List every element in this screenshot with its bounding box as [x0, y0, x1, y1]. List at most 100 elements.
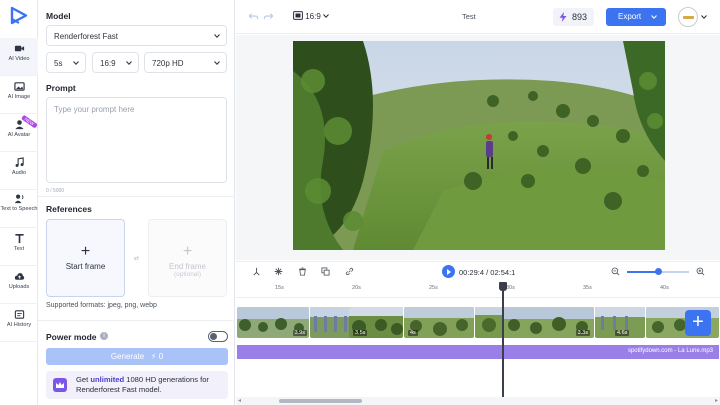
- sidebar-item-uploads[interactable]: Uploads: [0, 266, 38, 304]
- zoom-slider-knob[interactable]: [654, 268, 662, 275]
- divider: [38, 320, 235, 321]
- audio-track[interactable]: spotifydown.com - La Lune.mp3: [237, 345, 719, 359]
- prompt-textarea[interactable]: Type your prompt here: [46, 97, 227, 183]
- resolution-select-value: 720p HD: [152, 59, 184, 68]
- sidebar-item-ai-video[interactable]: AI Video: [0, 38, 38, 76]
- logo-icon[interactable]: [9, 6, 29, 26]
- scroll-left-icon[interactable]: ◂: [238, 397, 241, 404]
- clip-duration: 3.5s: [353, 330, 368, 336]
- avatar: [678, 7, 698, 27]
- history-icon: [14, 310, 24, 319]
- sidebar-item-label: AI Image: [7, 94, 31, 100]
- timeline-ruler[interactable]: 15s 20s 25s 30s 35s 40s: [236, 282, 720, 298]
- cloud-upload-icon: [14, 273, 24, 280]
- trash-icon[interactable]: [298, 267, 307, 276]
- effects-icon[interactable]: [274, 267, 283, 276]
- video-preview[interactable]: [293, 41, 665, 250]
- end-frame-label: End frame: [169, 262, 206, 271]
- end-frame-upload[interactable]: + End frame (optional): [148, 219, 227, 297]
- total-time: 02:54:1: [490, 268, 516, 277]
- promo-line-2: Renderforest Fast model.: [76, 385, 162, 394]
- split-icon[interactable]: [252, 267, 261, 276]
- credits-badge[interactable]: 893: [553, 8, 594, 26]
- sidebar-item-text[interactable]: Text: [0, 228, 38, 266]
- duplicate-icon[interactable]: [321, 267, 330, 276]
- account-menu[interactable]: [678, 7, 708, 27]
- video-clip[interactable]: 3.9s: [237, 307, 309, 338]
- export-button[interactable]: Export: [606, 8, 666, 26]
- playhead-handle[interactable]: [499, 282, 507, 291]
- chevron-down-icon: [651, 15, 657, 20]
- sidebar-item-label: AI Avatar: [7, 132, 31, 138]
- timeline-scrollbar[interactable]: ◂ ▸: [236, 397, 720, 405]
- sidebar-item-audio[interactable]: Audio: [0, 152, 38, 190]
- swap-frames-icon[interactable]: ⇄: [134, 255, 139, 262]
- generate-button[interactable]: Generate ⚡ 0: [46, 348, 228, 365]
- video-camera-icon: [14, 45, 24, 52]
- project-title[interactable]: Test: [462, 12, 476, 21]
- generate-label: Generate: [110, 352, 145, 361]
- video-clip[interactable]: 4.6s: [595, 307, 645, 338]
- scroll-right-icon[interactable]: ▸: [715, 397, 718, 404]
- promo-text: Get unlimited 1080 HD generations for Re…: [76, 375, 209, 395]
- sidebar-item-ai-avatar[interactable]: NEW AI Avatar: [0, 114, 38, 152]
- plus-icon: +: [80, 243, 91, 260]
- info-icon[interactable]: i: [100, 332, 108, 340]
- clip-duration: 3.9s: [292, 330, 307, 336]
- model-select[interactable]: Renderforest Fast: [46, 25, 227, 46]
- chevron-down-icon: [323, 14, 329, 19]
- add-clip-button[interactable]: +: [685, 310, 711, 336]
- video-clip[interactable]: 3.5s: [349, 307, 403, 338]
- duration-select[interactable]: 5s: [46, 52, 86, 73]
- model-select-value: Renderforest Fast: [54, 32, 119, 41]
- zoom-out-icon[interactable]: [611, 267, 620, 276]
- ruler-tick: 35s: [583, 285, 592, 291]
- chevron-down-icon: [214, 34, 220, 39]
- model-title: Model: [46, 11, 71, 21]
- zoom-in-icon[interactable]: [696, 267, 705, 276]
- char-counter: 0 / 5000: [46, 188, 65, 194]
- credits-count: 893: [572, 12, 588, 22]
- scrollbar-thumb[interactable]: [279, 399, 362, 403]
- chevron-down-icon: [701, 15, 707, 20]
- chevron-down-icon: [126, 61, 132, 66]
- undo-icon[interactable]: [248, 11, 259, 22]
- references-title: References: [46, 204, 92, 214]
- play-button[interactable]: [442, 265, 455, 278]
- aspect-ratio-select[interactable]: 16:9: [92, 52, 139, 73]
- sidebar-item-label: Text: [13, 246, 25, 252]
- power-mode-toggle[interactable]: [208, 331, 228, 342]
- video-clip[interactable]: 4s: [404, 307, 474, 338]
- prompt-placeholder: Type your prompt here: [54, 105, 135, 114]
- resolution-select[interactable]: 720p HD: [144, 52, 227, 73]
- bolt-icon: [559, 12, 567, 22]
- editor-topbar: 16:9 Test 893 Export: [236, 0, 720, 34]
- generate-cost: 0: [158, 352, 164, 361]
- music-note-icon: [15, 157, 24, 167]
- prompt-title: Prompt: [46, 83, 76, 93]
- tool-rail: AI Video AI Image NEW AI Avatar Audio Te…: [0, 0, 38, 405]
- sidebar-item-ai-history[interactable]: AI History: [0, 304, 38, 342]
- divider: [38, 196, 235, 197]
- video-clip[interactable]: 3.3s: [504, 307, 594, 338]
- playhead[interactable]: [502, 284, 504, 397]
- ruler-tick: 15s: [275, 285, 284, 291]
- upgrade-promo[interactable]: Get unlimited 1080 HD generations for Re…: [46, 371, 228, 399]
- power-mode-label: Power mode: [46, 332, 97, 342]
- sidebar-item-text-to-speech[interactable]: Text to Speech: [0, 190, 38, 228]
- ruler-tick: 20s: [352, 285, 361, 291]
- promo-bold: unlimited: [90, 375, 125, 384]
- canvas-ratio-dropdown[interactable]: 16:9: [293, 11, 329, 21]
- zoom-slider-fill: [627, 271, 658, 273]
- promo-prefix: Get: [76, 375, 91, 384]
- link-icon[interactable]: [345, 267, 354, 276]
- timeline-toolbar: 00:29:4 / 02:54:1: [236, 261, 720, 281]
- start-frame-upload[interactable]: + Start frame: [46, 219, 125, 297]
- ruler-tick: 30s: [506, 285, 515, 291]
- export-label: Export: [618, 12, 642, 21]
- redo-icon[interactable]: [263, 11, 274, 22]
- zoom-slider[interactable]: [627, 268, 689, 275]
- sidebar-item-ai-image[interactable]: AI Image: [0, 76, 38, 114]
- canvas-ratio-value: 16:9: [305, 12, 321, 21]
- aspect-ratio-icon: [293, 11, 303, 20]
